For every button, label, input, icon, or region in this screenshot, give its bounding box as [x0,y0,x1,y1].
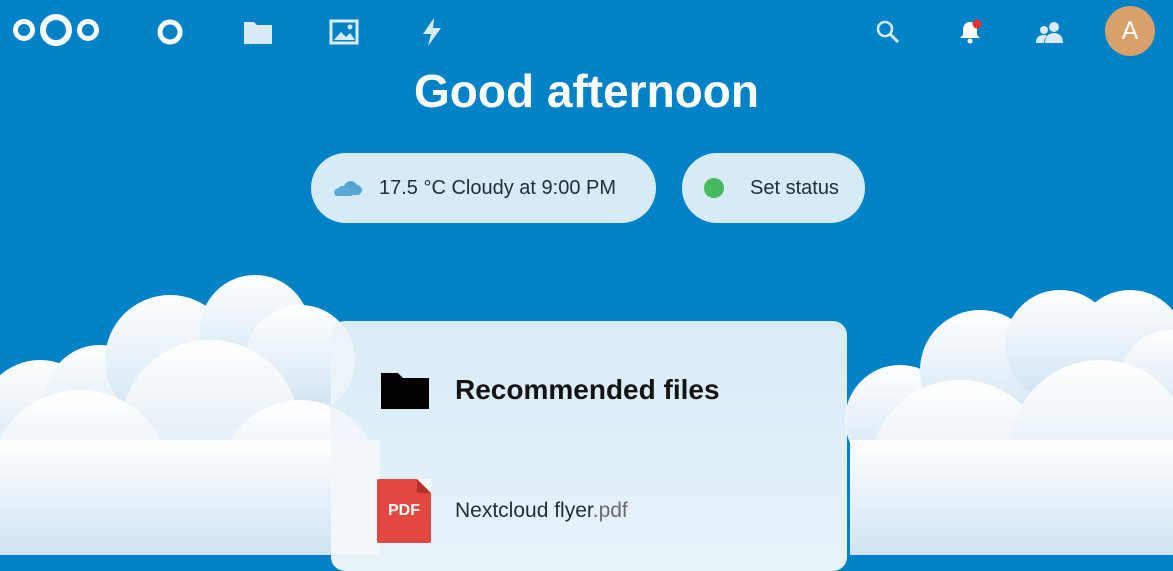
search-button[interactable] [870,14,906,50]
contacts-button[interactable] [1032,14,1068,50]
pdf-file-icon: PDF [377,479,431,543]
file-name: Nextcloud flyer.pdf [455,499,628,523]
nav-photos[interactable] [326,14,362,50]
folder-icon [381,373,429,409]
image-icon [329,19,359,45]
notifications-button[interactable] [952,14,988,50]
top-bar: A [0,0,1173,62]
greeting-title: Good afternoon [414,65,759,117]
recommended-files-panel: Recommended files PDF Nextcloud flyer.pd… [331,321,847,571]
panel-title: Recommended files [455,374,720,405]
nav-dashboard[interactable] [152,14,188,50]
user-avatar[interactable]: A [1105,6,1155,56]
nav-activity[interactable] [414,14,450,50]
status-online-dot [704,178,724,198]
lightning-icon [423,18,441,46]
contacts-icon [1036,22,1063,43]
search-icon [876,20,900,44]
file-basename: Nextcloud flyer [455,499,593,522]
pdf-icon-label: PDF [388,502,420,519]
notification-badge [972,19,982,29]
panel-header: Recommended files [381,371,720,409]
set-status-button[interactable]: Set status [682,153,865,223]
bell-icon [960,19,982,44]
weather-button[interactable]: 17.5 °C Cloudy at 9:00 PM [311,153,656,223]
file-extension: .pdf [592,499,628,522]
avatar-letter: A [1121,16,1139,45]
circle-icon [157,19,183,45]
cloud-icon [333,178,363,198]
nav-files[interactable] [240,14,276,50]
folder-icon [244,22,272,44]
file-item[interactable]: PDF Nextcloud flyer.pdf [377,479,628,543]
set-status-label: Set status [750,176,839,199]
nextcloud-logo-icon[interactable] [6,10,106,50]
weather-text: 17.5 °C Cloudy at 9:00 PM [379,176,617,199]
